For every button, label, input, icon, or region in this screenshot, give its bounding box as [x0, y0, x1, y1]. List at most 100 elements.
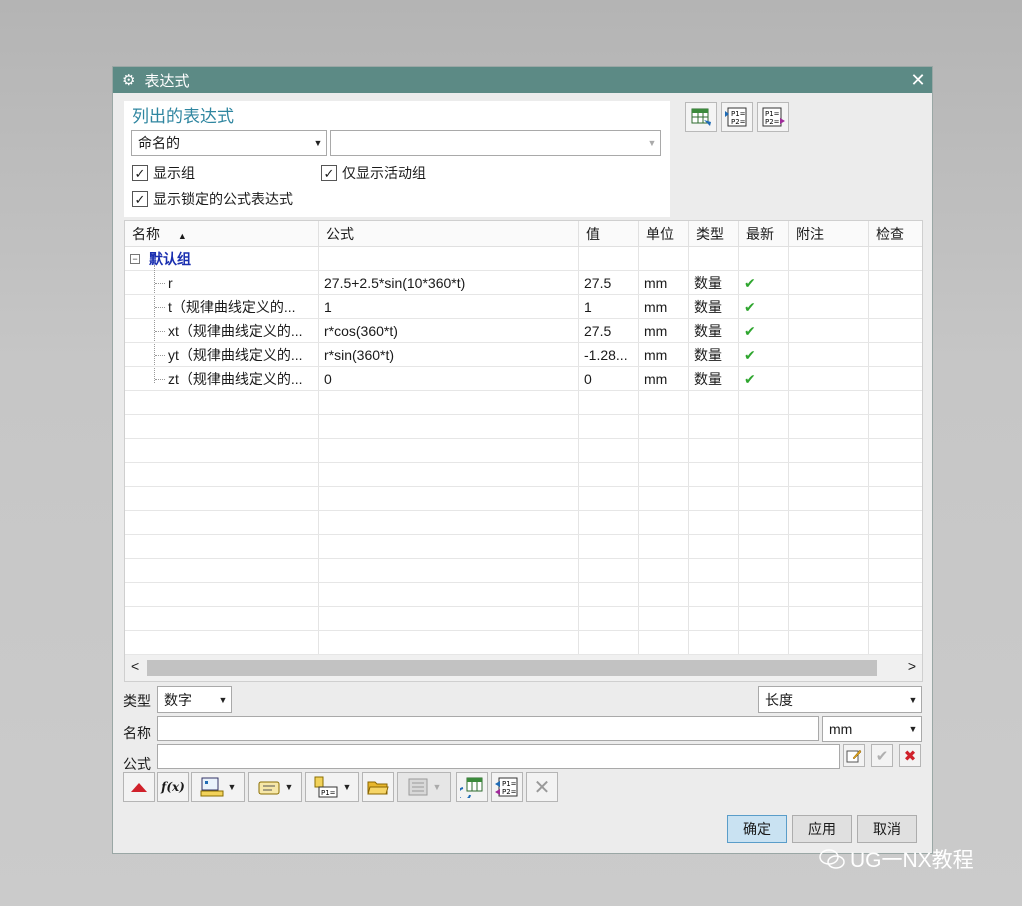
- unit-dropdown[interactable]: mm ▼: [822, 716, 922, 742]
- formula-input[interactable]: [157, 744, 840, 769]
- empty-row: [125, 487, 922, 511]
- refresh-spreadsheet-icon: [460, 777, 483, 798]
- spreadsheet-edit-button[interactable]: [685, 102, 717, 132]
- list-button[interactable]: ▼: [397, 772, 451, 802]
- accept-formula-button[interactable]: ✔: [871, 744, 893, 767]
- empty-row: [125, 511, 922, 535]
- expressions-table: 名称 ▲ 公式 值 单位 类型 最新 附注 检查 − 默认组 r 27.5+2.…: [124, 220, 923, 682]
- filter-text-dropdown[interactable]: ▼: [330, 130, 661, 156]
- table-row[interactable]: yt（规律曲线定义的... r*sin(360*t) -1.28... mm 数…: [125, 343, 922, 367]
- table-row[interactable]: xt（规律曲线定义的... r*cos(360*t) 27.5 mm 数量 ✔: [125, 319, 922, 343]
- watermark: UG一NX教程: [818, 844, 974, 874]
- column-header-name[interactable]: 名称 ▲: [125, 221, 319, 247]
- reference-button[interactable]: ▼: [248, 772, 302, 802]
- column-header-type[interactable]: 类型: [689, 221, 739, 247]
- empty-row: [125, 583, 922, 607]
- cancel-button[interactable]: 取消: [857, 815, 917, 843]
- move-up-button[interactable]: [123, 772, 155, 802]
- table-header: 名称 ▲ 公式 值 单位 类型 最新 附注 检查: [125, 221, 922, 247]
- check-icon: ✔: [744, 323, 756, 339]
- scrollbar-thumb[interactable]: [147, 660, 877, 676]
- show-groups-checkbox[interactable]: ✓ 显示组: [132, 163, 195, 183]
- name-input[interactable]: [157, 716, 819, 741]
- measure-icon: [200, 777, 224, 797]
- chevron-down-icon: ▼: [908, 694, 918, 705]
- function-icon: f(x): [161, 780, 185, 794]
- svg-text:P1=: P1=: [731, 110, 746, 118]
- gear-icon: ⚙: [122, 72, 136, 89]
- edit-icon: [846, 749, 862, 762]
- column-header-unit[interactable]: 单位: [639, 221, 689, 247]
- column-header-check[interactable]: 检查: [869, 221, 922, 247]
- apply-button[interactable]: 应用: [792, 815, 852, 843]
- scroll-left-button[interactable]: <: [131, 658, 139, 674]
- svg-text:P2=: P2=: [502, 788, 517, 796]
- table-row[interactable]: t（规律曲线定义的... 1 1 mm 数量 ✔: [125, 295, 922, 319]
- group-row[interactable]: − 默认组: [125, 247, 922, 271]
- cell-formula: r*sin(360*t): [324, 347, 395, 363]
- cell-value: 27.5: [584, 323, 612, 339]
- collapse-icon[interactable]: −: [130, 254, 140, 264]
- cell-value: -1.28...: [584, 347, 628, 363]
- refresh-spreadsheet-button[interactable]: [456, 772, 488, 802]
- check-icon: ✔: [744, 371, 756, 387]
- list-icon: [408, 778, 428, 796]
- column-header-formula[interactable]: 公式: [319, 221, 579, 247]
- function-button[interactable]: f(x): [157, 772, 189, 802]
- functions-param-icon: P1=: [314, 776, 338, 798]
- cell-type: 数量: [694, 323, 722, 339]
- close-button[interactable]: ✕: [904, 70, 932, 91]
- cell-value: 1: [584, 299, 592, 315]
- cell-unit: mm: [644, 371, 668, 387]
- group-label: 默认组: [149, 251, 191, 267]
- active-groups-only-checkbox[interactable]: ✓ 仅显示活动组: [321, 163, 426, 183]
- filter-type-dropdown[interactable]: 命名的 ▼: [131, 130, 327, 156]
- chevron-down-icon: ▼: [342, 782, 352, 792]
- delete-button[interactable]: ✕: [526, 772, 558, 802]
- delete-icon: ✕: [533, 776, 551, 799]
- column-header-value[interactable]: 值: [579, 221, 639, 247]
- ok-button[interactable]: 确定: [727, 815, 787, 843]
- import-export-icon: P1= P2=: [495, 777, 518, 797]
- show-locked-checkbox[interactable]: ✓ 显示锁定的公式表达式: [132, 189, 293, 209]
- table-row[interactable]: r 27.5+2.5*sin(10*360*t) 27.5 mm 数量 ✔: [125, 271, 922, 295]
- cell-type: 数量: [694, 347, 722, 363]
- check-icon: ✔: [744, 275, 756, 291]
- type-label: 类型: [123, 693, 151, 709]
- column-header-comment[interactable]: 附注: [789, 221, 869, 247]
- chevron-down-icon: ▼: [284, 782, 294, 792]
- empty-row: [125, 559, 922, 583]
- cell-formula: 0: [324, 371, 332, 387]
- functions-param-button[interactable]: P1= ▼: [305, 772, 359, 802]
- scroll-right-button[interactable]: >: [908, 658, 916, 674]
- measure-button[interactable]: ▼: [191, 772, 245, 802]
- svg-text:P1=: P1=: [321, 789, 336, 797]
- chevron-down-icon: ▼: [218, 694, 228, 705]
- svg-text:P2=: P2=: [731, 118, 746, 126]
- import-expressions-button[interactable]: P1= P2=: [757, 102, 789, 132]
- listed-expressions-panel: 列出的表达式 命名的 ▼ ▼ ✓ 显示组 ✓ 仅显示活动组 ✓ 显示锁定的公式表…: [124, 101, 670, 217]
- svg-text:P1=: P1=: [765, 110, 780, 118]
- table-row[interactable]: zt（规律曲线定义的... 0 0 mm 数量 ✔: [125, 367, 922, 391]
- red-triangle-icon: [131, 783, 147, 792]
- horizontal-scrollbar[interactable]: < >: [125, 655, 922, 681]
- import-export-button[interactable]: P1= P2=: [491, 772, 523, 802]
- name-label: 名称: [123, 725, 151, 741]
- chevron-down-icon: ▼: [432, 782, 442, 792]
- type-value: 数字: [164, 691, 192, 708]
- type-dropdown[interactable]: 数字 ▼: [157, 686, 232, 713]
- export-expressions-button[interactable]: P1= P2=: [721, 102, 753, 132]
- cancel-formula-button[interactable]: ✖: [899, 744, 921, 767]
- cell-unit: mm: [644, 347, 668, 363]
- open-file-button[interactable]: [362, 772, 394, 802]
- column-header-uptodate[interactable]: 最新: [739, 221, 789, 247]
- empty-row: [125, 535, 922, 559]
- cell-name: yt（规律曲线定义的...: [168, 347, 303, 363]
- cell-name: xt（规律曲线定义的...: [168, 323, 303, 339]
- cell-name: zt（规律曲线定义的...: [168, 371, 303, 387]
- dimension-dropdown[interactable]: 长度 ▼: [758, 686, 922, 713]
- empty-row: [125, 415, 922, 439]
- empty-row: [125, 631, 922, 655]
- edit-formula-button[interactable]: [843, 744, 865, 767]
- dialog-titlebar[interactable]: ⚙ 表达式 ✕: [113, 67, 932, 93]
